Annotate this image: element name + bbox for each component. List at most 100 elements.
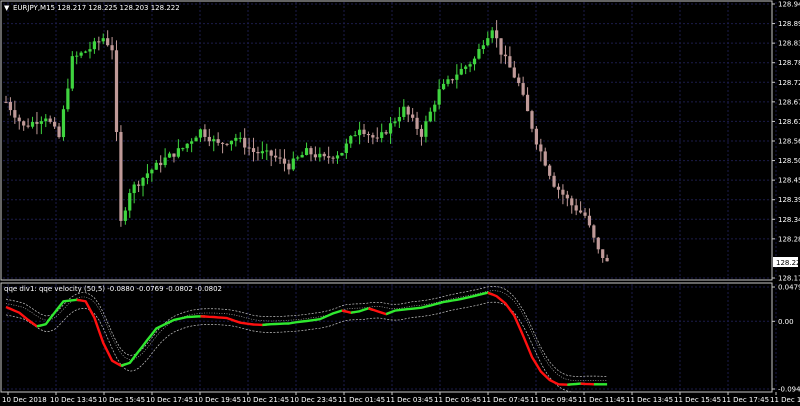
bear-candle bbox=[596, 237, 600, 250]
bear-candle bbox=[22, 121, 26, 126]
time-tick-label: 11 Dec 11:45 bbox=[578, 396, 625, 404]
bull-candle bbox=[79, 52, 83, 56]
bear-candle bbox=[508, 56, 512, 68]
bull-candle bbox=[393, 121, 397, 124]
bull-candle bbox=[490, 30, 494, 39]
price-tick-label: 128.285 bbox=[778, 235, 800, 243]
indicator-tick-label: 0.00 bbox=[778, 318, 794, 326]
bear-candle bbox=[114, 50, 119, 132]
bear-candle bbox=[579, 210, 583, 213]
bear-candle bbox=[220, 142, 225, 144]
bull-candle bbox=[150, 169, 154, 174]
trading-terminal: ▼ EURJPY,M15 128.217 128.225 128.203 128… bbox=[0, 0, 800, 406]
bull-candle bbox=[433, 104, 437, 112]
bull-candle bbox=[88, 49, 92, 52]
time-tick-label: 10 Dec 19:45 bbox=[194, 396, 241, 404]
bull-candle bbox=[132, 184, 136, 194]
bear-candle bbox=[106, 38, 110, 46]
bear-candle bbox=[362, 129, 366, 135]
bull-candle bbox=[154, 162, 158, 170]
bull-candle bbox=[464, 66, 468, 69]
bull-candle bbox=[340, 153, 344, 156]
bull-candle bbox=[388, 123, 393, 134]
bear-candle bbox=[203, 129, 207, 137]
bear-candle bbox=[172, 153, 176, 157]
time-tick-label: 10 Dec 17:45 bbox=[146, 396, 193, 404]
bear-candle bbox=[499, 38, 503, 55]
bull-candle bbox=[83, 51, 88, 53]
bear-candle bbox=[159, 162, 163, 166]
bull-candle bbox=[198, 129, 203, 138]
time-tick-label: 11 Dec 07:45 bbox=[482, 396, 529, 404]
bear-candle bbox=[251, 148, 256, 153]
bull-candle bbox=[468, 64, 472, 67]
bear-candle bbox=[543, 151, 547, 166]
price-tick-label: 128.450 bbox=[778, 177, 800, 185]
price-tick-label: 128.340 bbox=[778, 216, 800, 224]
bull-candle bbox=[486, 38, 490, 46]
bull-candle bbox=[344, 143, 348, 154]
bear-candle bbox=[35, 122, 39, 124]
bull-candle bbox=[446, 79, 450, 84]
bull-candle bbox=[402, 106, 406, 117]
bear-candle bbox=[411, 114, 415, 118]
price-tick-label: 128.780 bbox=[778, 59, 800, 67]
bull-candle bbox=[300, 155, 304, 158]
bull-candle bbox=[437, 89, 441, 105]
bear-candle bbox=[371, 135, 375, 138]
bear-candle bbox=[512, 67, 516, 78]
bear-candle bbox=[207, 136, 211, 142]
bear-candle bbox=[322, 153, 326, 157]
bear-candle bbox=[97, 41, 101, 43]
bull-candle bbox=[167, 153, 172, 158]
bull-candle bbox=[141, 177, 145, 186]
bull-candle bbox=[353, 135, 357, 137]
bull-candle bbox=[380, 132, 384, 138]
bear-candle bbox=[587, 215, 592, 226]
bull-candle bbox=[234, 137, 238, 141]
bull-candle bbox=[304, 148, 309, 156]
bull-candle bbox=[75, 55, 79, 57]
price-tick-label: 128.560 bbox=[778, 138, 800, 146]
price-tick-label: 128.835 bbox=[778, 40, 800, 48]
price-tick-label: 128.670 bbox=[778, 98, 800, 106]
bull-candle bbox=[44, 118, 48, 122]
indicator-header: qqe div1: qqe velocity (50,5) -0.0880 -0… bbox=[4, 285, 222, 293]
bull-candle bbox=[39, 121, 43, 124]
time-tick-label: 10 Dec 23:45 bbox=[290, 396, 337, 404]
bear-candle bbox=[48, 118, 52, 122]
bull-candle bbox=[441, 83, 446, 90]
time-tick-label: 10 Dec 21:45 bbox=[242, 396, 289, 404]
bull-candle bbox=[123, 210, 127, 221]
collapse-arrow-icon[interactable]: ▼ bbox=[4, 4, 10, 12]
bear-candle bbox=[13, 110, 17, 118]
bear-candle bbox=[525, 94, 530, 112]
bear-candle bbox=[565, 194, 569, 199]
current-price-label: 128.222 bbox=[776, 259, 800, 267]
bull-candle bbox=[318, 153, 322, 158]
price-tick-label: 128.725 bbox=[778, 79, 800, 87]
bear-candle bbox=[375, 137, 379, 139]
bull-candle bbox=[477, 48, 481, 59]
bear-candle bbox=[495, 30, 499, 39]
time-tick-label: 10 Dec 13:45 bbox=[50, 396, 97, 404]
bear-candle bbox=[216, 139, 220, 143]
bear-candle bbox=[548, 165, 552, 176]
bear-candle bbox=[503, 54, 508, 57]
time-tick-label: 11 Dec 15:45 bbox=[674, 396, 721, 404]
bull-candle bbox=[472, 58, 477, 65]
bear-candle bbox=[530, 111, 534, 129]
bull-candle bbox=[66, 88, 70, 110]
bear-candle bbox=[225, 143, 229, 145]
indicator-tick-label: -0.0945 bbox=[778, 386, 800, 394]
bull-candle bbox=[349, 136, 353, 144]
bear-candle bbox=[287, 163, 291, 170]
time-tick-label: 11 Dec 09:45 bbox=[530, 396, 577, 404]
bull-candle bbox=[212, 139, 216, 142]
bear-candle bbox=[534, 128, 538, 145]
bear-candle bbox=[4, 101, 8, 103]
bull-candle bbox=[335, 155, 340, 159]
bull-candle bbox=[128, 193, 132, 211]
bear-candle bbox=[313, 154, 317, 158]
bear-candle bbox=[406, 106, 410, 115]
